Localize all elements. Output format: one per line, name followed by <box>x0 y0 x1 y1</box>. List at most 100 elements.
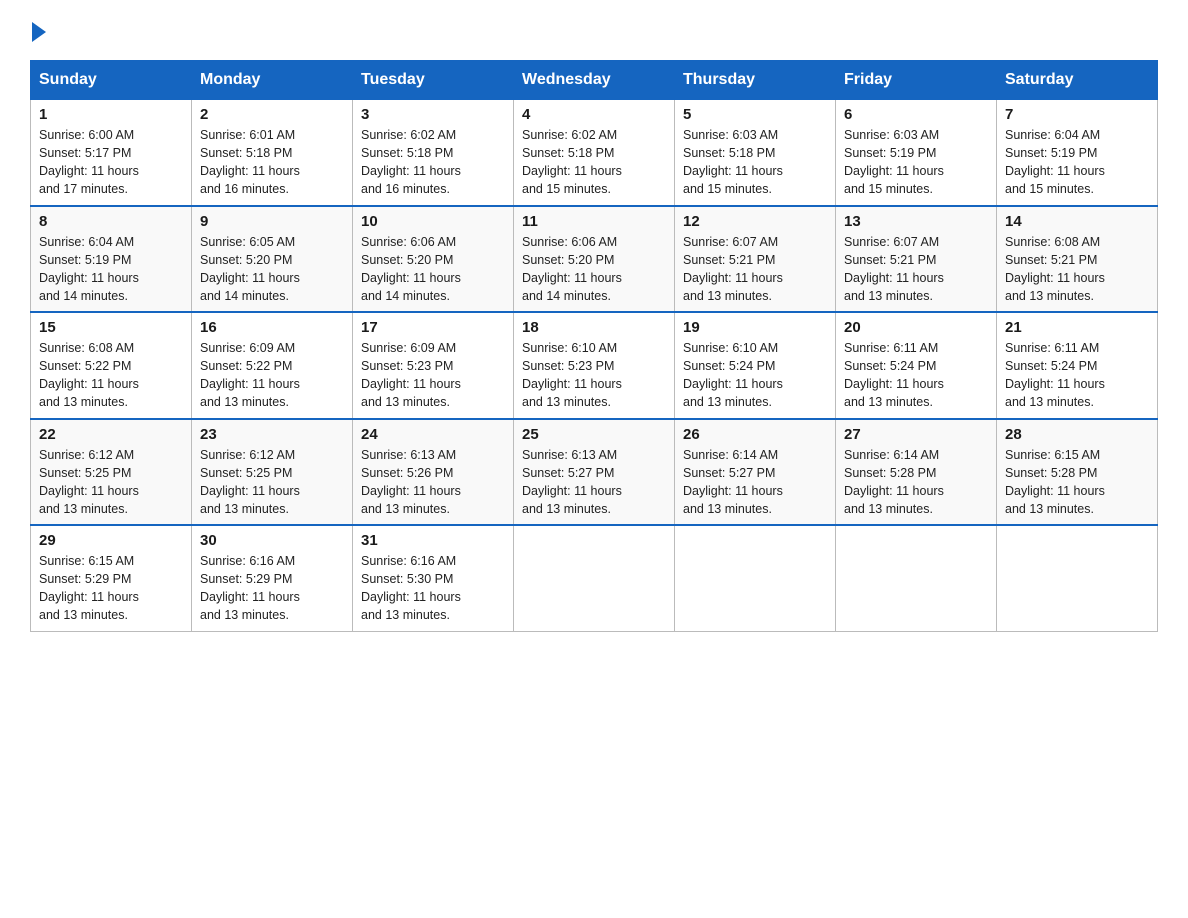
day-number: 3 <box>361 106 505 123</box>
calendar-cell: 16 Sunrise: 6:09 AMSunset: 5:22 PMDayligh… <box>192 312 353 419</box>
day-info: Sunrise: 6:09 AMSunset: 5:22 PMDaylight:… <box>200 339 344 412</box>
calendar-cell: 26 Sunrise: 6:14 AMSunset: 5:27 PMDayligh… <box>675 419 836 526</box>
calendar-cell: 31 Sunrise: 6:16 AMSunset: 5:30 PMDayligh… <box>353 525 514 631</box>
day-number: 25 <box>522 426 666 443</box>
calendar-cell: 11 Sunrise: 6:06 AMSunset: 5:20 PMDayligh… <box>514 206 675 313</box>
calendar-cell: 1 Sunrise: 6:00 AMSunset: 5:17 PMDaylight… <box>31 100 192 206</box>
day-info: Sunrise: 6:07 AMSunset: 5:21 PMDaylight:… <box>683 233 827 306</box>
day-number: 28 <box>1005 426 1149 443</box>
logo <box>30 20 46 42</box>
calendar-cell: 22 Sunrise: 6:12 AMSunset: 5:25 PMDayligh… <box>31 419 192 526</box>
day-info: Sunrise: 6:02 AMSunset: 5:18 PMDaylight:… <box>522 126 666 199</box>
day-number: 26 <box>683 426 827 443</box>
weekday-header-wednesday: Wednesday <box>514 61 675 100</box>
weekday-header-sunday: Sunday <box>31 61 192 100</box>
calendar-cell: 27 Sunrise: 6:14 AMSunset: 5:28 PMDayligh… <box>836 419 997 526</box>
calendar-cell: 29Sunrise: 6:15 AMSunset: 5:29 PMDayligh… <box>31 525 192 631</box>
calendar-cell: 10Sunrise: 6:06 AMSunset: 5:20 PMDayligh… <box>353 206 514 313</box>
calendar-week-row: 1 Sunrise: 6:00 AMSunset: 5:17 PMDaylight… <box>31 100 1158 206</box>
day-number: 6 <box>844 106 988 123</box>
day-number: 7 <box>1005 106 1149 123</box>
day-info: Sunrise: 6:11 AMSunset: 5:24 PMDaylight:… <box>844 339 988 412</box>
calendar-cell: 25Sunrise: 6:13 AMSunset: 5:27 PMDayligh… <box>514 419 675 526</box>
day-info: Sunrise: 6:06 AMSunset: 5:20 PMDaylight:… <box>522 233 666 306</box>
day-number: 18 <box>522 319 666 336</box>
day-number: 22 <box>39 426 183 443</box>
calendar-week-row: 8 Sunrise: 6:04 AMSunset: 5:19 PMDaylight… <box>31 206 1158 313</box>
weekday-header-monday: Monday <box>192 61 353 100</box>
day-info: Sunrise: 6:04 AMSunset: 5:19 PMDaylight:… <box>1005 126 1149 199</box>
weekday-header-saturday: Saturday <box>997 61 1158 100</box>
day-info: Sunrise: 6:01 AMSunset: 5:18 PMDaylight:… <box>200 126 344 199</box>
day-number: 16 <box>200 319 344 336</box>
day-info: Sunrise: 6:02 AMSunset: 5:18 PMDaylight:… <box>361 126 505 199</box>
day-number: 5 <box>683 106 827 123</box>
day-info: Sunrise: 6:09 AMSunset: 5:23 PMDaylight:… <box>361 339 505 412</box>
day-number: 15 <box>39 319 183 336</box>
page-header <box>30 20 1158 42</box>
calendar-cell: 13Sunrise: 6:07 AMSunset: 5:21 PMDayligh… <box>836 206 997 313</box>
calendar-cell <box>514 525 675 631</box>
day-info: Sunrise: 6:14 AMSunset: 5:28 PMDaylight:… <box>844 446 988 519</box>
calendar-cell: 15 Sunrise: 6:08 AMSunset: 5:22 PMDayligh… <box>31 312 192 419</box>
calendar-cell: 17 Sunrise: 6:09 AMSunset: 5:23 PMDayligh… <box>353 312 514 419</box>
day-info: Sunrise: 6:15 AMSunset: 5:28 PMDaylight:… <box>1005 446 1149 519</box>
day-info: Sunrise: 6:12 AMSunset: 5:25 PMDaylight:… <box>39 446 183 519</box>
calendar-cell: 7 Sunrise: 6:04 AMSunset: 5:19 PMDaylight… <box>997 100 1158 206</box>
calendar-table: SundayMondayTuesdayWednesdayThursdayFrid… <box>30 60 1158 632</box>
calendar-cell: 9 Sunrise: 6:05 AMSunset: 5:20 PMDaylight… <box>192 206 353 313</box>
calendar-cell: 14 Sunrise: 6:08 AMSunset: 5:21 PMDayligh… <box>997 206 1158 313</box>
calendar-week-row: 15 Sunrise: 6:08 AMSunset: 5:22 PMDayligh… <box>31 312 1158 419</box>
weekday-header-friday: Friday <box>836 61 997 100</box>
day-info: Sunrise: 6:12 AMSunset: 5:25 PMDaylight:… <box>200 446 344 519</box>
weekday-header-tuesday: Tuesday <box>353 61 514 100</box>
day-info: Sunrise: 6:13 AMSunset: 5:26 PMDaylight:… <box>361 446 505 519</box>
calendar-cell: 5 Sunrise: 6:03 AMSunset: 5:18 PMDaylight… <box>675 100 836 206</box>
day-number: 27 <box>844 426 988 443</box>
day-number: 30 <box>200 532 344 549</box>
day-number: 31 <box>361 532 505 549</box>
day-number: 11 <box>522 213 666 230</box>
calendar-cell: 21 Sunrise: 6:11 AMSunset: 5:24 PMDayligh… <box>997 312 1158 419</box>
calendar-cell: 2 Sunrise: 6:01 AMSunset: 5:18 PMDaylight… <box>192 100 353 206</box>
day-number: 21 <box>1005 319 1149 336</box>
day-info: Sunrise: 6:00 AMSunset: 5:17 PMDaylight:… <box>39 126 183 199</box>
calendar-cell: 30 Sunrise: 6:16 AMSunset: 5:29 PMDayligh… <box>192 525 353 631</box>
day-number: 2 <box>200 106 344 123</box>
calendar-cell: 20Sunrise: 6:11 AMSunset: 5:24 PMDayligh… <box>836 312 997 419</box>
day-number: 19 <box>683 319 827 336</box>
calendar-cell: 18 Sunrise: 6:10 AMSunset: 5:23 PMDayligh… <box>514 312 675 419</box>
logo-arrow-icon <box>32 22 46 42</box>
calendar-cell <box>675 525 836 631</box>
day-number: 23 <box>200 426 344 443</box>
day-number: 10 <box>361 213 505 230</box>
calendar-cell: 12Sunrise: 6:07 AMSunset: 5:21 PMDayligh… <box>675 206 836 313</box>
calendar-cell: 19 Sunrise: 6:10 AMSunset: 5:24 PMDayligh… <box>675 312 836 419</box>
day-number: 1 <box>39 106 183 123</box>
day-info: Sunrise: 6:03 AMSunset: 5:18 PMDaylight:… <box>683 126 827 199</box>
day-info: Sunrise: 6:16 AMSunset: 5:30 PMDaylight:… <box>361 552 505 625</box>
day-info: Sunrise: 6:11 AMSunset: 5:24 PMDaylight:… <box>1005 339 1149 412</box>
calendar-cell: 24 Sunrise: 6:13 AMSunset: 5:26 PMDayligh… <box>353 419 514 526</box>
calendar-cell: 28 Sunrise: 6:15 AMSunset: 5:28 PMDayligh… <box>997 419 1158 526</box>
day-info: Sunrise: 6:14 AMSunset: 5:27 PMDaylight:… <box>683 446 827 519</box>
day-info: Sunrise: 6:16 AMSunset: 5:29 PMDaylight:… <box>200 552 344 625</box>
day-info: Sunrise: 6:04 AMSunset: 5:19 PMDaylight:… <box>39 233 183 306</box>
day-info: Sunrise: 6:10 AMSunset: 5:24 PMDaylight:… <box>683 339 827 412</box>
day-number: 24 <box>361 426 505 443</box>
day-number: 14 <box>1005 213 1149 230</box>
day-number: 4 <box>522 106 666 123</box>
day-info: Sunrise: 6:08 AMSunset: 5:21 PMDaylight:… <box>1005 233 1149 306</box>
day-number: 9 <box>200 213 344 230</box>
day-info: Sunrise: 6:08 AMSunset: 5:22 PMDaylight:… <box>39 339 183 412</box>
calendar-cell: 8 Sunrise: 6:04 AMSunset: 5:19 PMDaylight… <box>31 206 192 313</box>
calendar-cell: 23 Sunrise: 6:12 AMSunset: 5:25 PMDayligh… <box>192 419 353 526</box>
day-number: 13 <box>844 213 988 230</box>
day-number: 17 <box>361 319 505 336</box>
day-info: Sunrise: 6:10 AMSunset: 5:23 PMDaylight:… <box>522 339 666 412</box>
day-number: 8 <box>39 213 183 230</box>
calendar-cell <box>997 525 1158 631</box>
day-info: Sunrise: 6:05 AMSunset: 5:20 PMDaylight:… <box>200 233 344 306</box>
calendar-cell: 4 Sunrise: 6:02 AMSunset: 5:18 PMDaylight… <box>514 100 675 206</box>
calendar-week-row: 29Sunrise: 6:15 AMSunset: 5:29 PMDayligh… <box>31 525 1158 631</box>
